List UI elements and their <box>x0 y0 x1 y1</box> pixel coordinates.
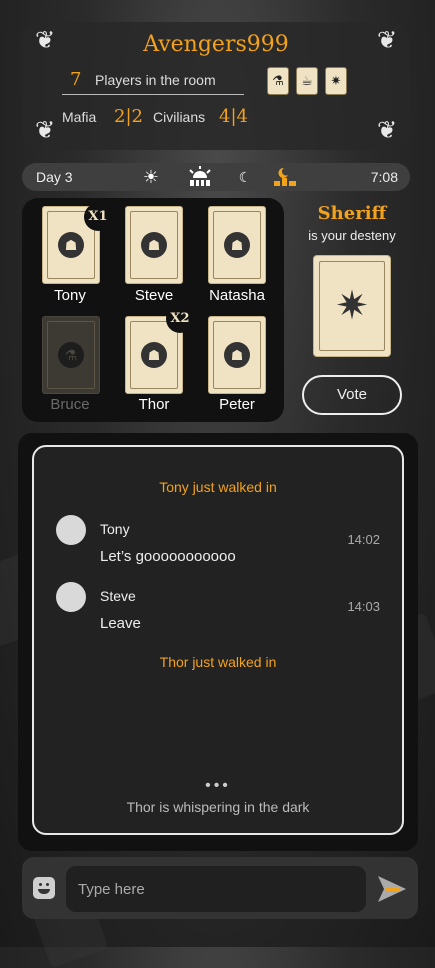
emoji-eye <box>39 883 42 886</box>
send-icon <box>378 876 406 902</box>
player-name: Natasha <box>209 287 265 304</box>
day-phase-bar: Day 3 ☀ ☾ 7:08 <box>22 163 410 191</box>
emoji-icon[interactable] <box>33 877 55 899</box>
mafia-count: 2|2 <box>114 106 143 127</box>
player-card-natasha[interactable]: ☗ <box>208 206 266 284</box>
phase-timer: 7:08 <box>370 169 398 185</box>
civilians-count: 4|4 <box>219 106 248 127</box>
hat-avatar-icon: ☗ <box>224 342 250 368</box>
message-author: Tony <box>100 521 130 537</box>
vote-button[interactable]: Vote <box>302 375 402 415</box>
typing-indicator-icon: ••• <box>205 777 231 794</box>
hat-avatar-icon: ☗ <box>58 232 84 258</box>
send-button[interactable] <box>376 874 408 904</box>
message-text: Let’s gooooooooooo <box>100 548 236 565</box>
chat-log[interactable]: Tony just walked in Tony Let’s goooooooo… <box>32 445 404 835</box>
message-author: Steve <box>100 588 136 604</box>
message-time: 14:03 <box>347 599 380 614</box>
player-card-peter[interactable]: ☗ <box>208 316 266 394</box>
room-name: Avengers999 <box>143 32 289 57</box>
mafia-label: Mafia <box>62 109 97 125</box>
room-header: ❦ ❦ ❦ ❦ Avengers999 7 Players in the roo… <box>22 22 410 150</box>
message-text: Leave <box>100 615 141 632</box>
players-count: 7 <box>70 69 82 90</box>
avatar <box>56 515 86 545</box>
doctor-avatar-icon: ⚗ <box>58 342 84 368</box>
player-name: Thor <box>138 396 170 413</box>
ornament-icon: ❦ <box>376 117 398 144</box>
players-label: Players in the room <box>95 72 216 88</box>
divider <box>62 94 244 95</box>
hat-avatar-icon: ☗ <box>141 232 167 258</box>
hat-avatar-icon: ☗ <box>224 232 250 258</box>
moon-icon: ☾ <box>238 169 252 185</box>
player-name: Bruce <box>50 396 90 413</box>
night-city-icon <box>272 166 298 188</box>
day-label: Day 3 <box>36 169 73 185</box>
message-time: 14:02 <box>347 532 380 547</box>
player-name: Tony <box>54 287 86 304</box>
vote-badge: X1 <box>84 203 112 231</box>
ornament-icon: ❦ <box>34 117 56 144</box>
player-name: Steve <box>134 287 174 304</box>
civilians-label: Civilians <box>153 109 206 125</box>
message-composer <box>22 857 418 919</box>
sun-icon: ☀ <box>142 167 160 187</box>
role-subtitle: is your desteny <box>308 228 396 243</box>
role-title: Sheriff <box>317 203 387 224</box>
mug-icon[interactable]: ☕ <box>296 67 318 95</box>
chat-panel: Tony just walked in Tony Let’s goooooooo… <box>18 433 418 851</box>
sheriff-star-icon[interactable]: ✷ <box>325 67 347 95</box>
player-card-steve[interactable]: ☗ <box>125 206 183 284</box>
typing-status: Thor is whispering in the dark <box>126 799 310 815</box>
player-name: Peter <box>219 396 255 413</box>
vote-badge: X2 <box>166 305 194 333</box>
role-card: ✷ <box>313 255 391 357</box>
system-message: Thor just walked in <box>159 654 277 670</box>
sheriff-star-icon: ✷ <box>335 284 369 328</box>
players-grid: ☗ X1 Tony ☗ Steve ☗ Natasha ⚗ Bruce ☗ X2… <box>22 198 284 422</box>
sunset-icon <box>187 166 213 188</box>
emoji-eye <box>46 883 49 886</box>
message-input[interactable] <box>66 866 366 912</box>
system-message: Tony just walked in <box>159 479 277 495</box>
hat-avatar-icon: ☗ <box>141 342 167 368</box>
avatar <box>56 582 86 612</box>
doctor-icon[interactable]: ⚗ <box>267 67 289 95</box>
player-card-bruce: ⚗ <box>42 316 100 394</box>
